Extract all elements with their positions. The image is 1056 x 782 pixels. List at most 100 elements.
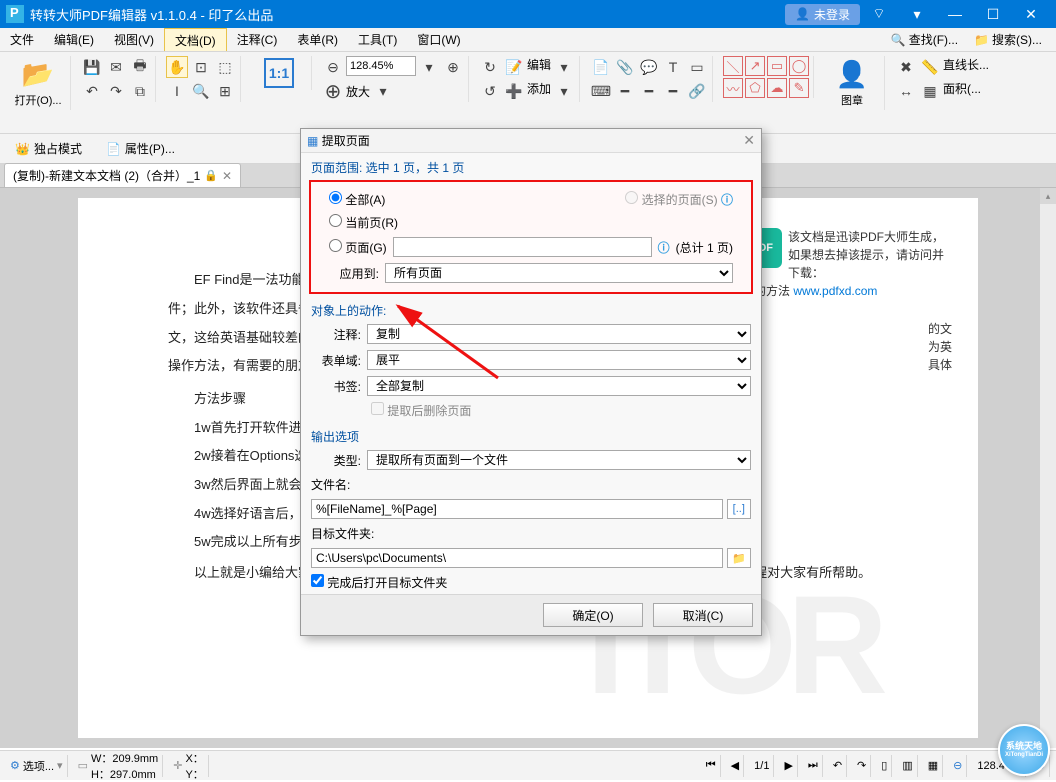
- dialog-titlebar[interactable]: ▦ 提取页面 ✕: [301, 129, 761, 153]
- scan-icon[interactable]: ⧉: [129, 80, 151, 102]
- eraser-icon[interactable]: ✖: [895, 56, 917, 78]
- select-icon[interactable]: ⬚: [214, 56, 236, 78]
- text-select-icon[interactable]: I: [166, 80, 188, 102]
- measure-icon[interactable]: ⊞: [214, 80, 236, 102]
- layout-facing[interactable]: ▦: [924, 755, 943, 777]
- add-dropdown-icon[interactable]: ▾: [553, 80, 575, 102]
- minimize-button[interactable]: —: [936, 0, 974, 28]
- zoom-out-icon[interactable]: ⊖: [322, 56, 344, 78]
- menu-comment[interactable]: 注释(C): [227, 28, 288, 51]
- distance-label[interactable]: 直线长...: [943, 56, 989, 78]
- add-page-icon[interactable]: ➕: [503, 80, 525, 102]
- shape-rect[interactable]: ▭: [767, 56, 787, 76]
- typewriter-icon[interactable]: ⌨: [590, 80, 612, 102]
- target-input[interactable]: [311, 548, 723, 568]
- menu-edit[interactable]: 编辑(E): [44, 28, 104, 51]
- menu-window[interactable]: 窗口(W): [407, 28, 470, 51]
- zoom-in-large-icon[interactable]: ⊕: [322, 80, 344, 102]
- options-button[interactable]: ⚙选项...▾: [6, 755, 68, 777]
- shape-polygon[interactable]: ⬠: [745, 78, 765, 98]
- exclusive-mode-button[interactable]: 👑独占模式: [8, 137, 89, 160]
- nav-back[interactable]: ↶: [829, 755, 847, 777]
- page-indicator[interactable]: 1/1: [750, 755, 774, 777]
- radio-pages[interactable]: 页面(G): [329, 239, 387, 256]
- open-button[interactable]: 📂 打开(O)...: [10, 56, 66, 110]
- dimension-icon[interactable]: ↔: [895, 80, 917, 102]
- maximize-button[interactable]: ☐: [974, 0, 1012, 28]
- brand-bubble[interactable]: 系统天地XiTongTianDi: [998, 724, 1050, 776]
- zoom-input[interactable]: [346, 56, 416, 76]
- pages-input[interactable]: [393, 237, 652, 257]
- menu-view[interactable]: 视图(V): [104, 28, 164, 51]
- textbox-icon[interactable]: T: [662, 56, 684, 78]
- menu-tool[interactable]: 工具(T): [348, 28, 407, 51]
- underline-icon[interactable]: ━: [662, 80, 684, 102]
- save-icon[interactable]: 💾: [81, 56, 103, 78]
- nav-prev[interactable]: ◀: [727, 755, 744, 777]
- shape-cloud[interactable]: ☁: [767, 78, 787, 98]
- zoom-out-status[interactable]: ⊖: [949, 755, 967, 777]
- nav-first[interactable]: ⏮: [702, 755, 721, 777]
- callout-icon[interactable]: 💬: [638, 56, 660, 78]
- shape-pencil[interactable]: ✎: [789, 78, 809, 98]
- nav-next[interactable]: ▶: [780, 755, 797, 777]
- nav-last[interactable]: ⏭: [804, 755, 823, 777]
- properties-button[interactable]: 📄属性(P)...: [99, 137, 182, 160]
- menu-form[interactable]: 表单(R): [287, 28, 348, 51]
- print-icon[interactable]: 🖶: [129, 56, 151, 78]
- scroll-up-icon[interactable]: ▴: [1040, 188, 1056, 204]
- note-icon[interactable]: 📄: [590, 56, 612, 78]
- document-tab[interactable]: (复制)-新建文本文档 (2)（合并）_1 🔒 ✕: [4, 163, 241, 187]
- link-icon[interactable]: 🔗: [686, 80, 708, 102]
- actual-size-button[interactable]: 1:1: [251, 56, 307, 90]
- form-select[interactable]: 展平: [367, 350, 751, 370]
- macro-button[interactable]: [..]: [727, 499, 751, 519]
- snapshot-icon[interactable]: ⊡: [190, 56, 212, 78]
- zoom-in-icon[interactable]: ⊕: [442, 56, 464, 78]
- filename-input[interactable]: [311, 499, 723, 519]
- shape-arrow[interactable]: ↗: [745, 56, 765, 76]
- rotate-cw-icon[interactable]: ↻: [479, 56, 501, 78]
- tab-close-icon[interactable]: ✕: [222, 169, 232, 183]
- stamp-button[interactable]: 👤 图章: [824, 56, 880, 110]
- browse-folder-button[interactable]: 📁: [727, 548, 751, 568]
- shape-oval[interactable]: ◯: [789, 56, 809, 76]
- hand-tool-icon[interactable]: ✋: [166, 56, 188, 78]
- undo-icon[interactable]: ↶: [81, 80, 103, 102]
- highlight-icon[interactable]: ▭: [686, 56, 708, 78]
- attach-icon[interactable]: 📎: [614, 56, 636, 78]
- highlight2-icon[interactable]: ━: [614, 80, 636, 102]
- edit-dropdown-icon[interactable]: ▾: [553, 56, 575, 78]
- area-icon[interactable]: ▦: [919, 80, 941, 102]
- vertical-scrollbar[interactable]: ▴: [1040, 188, 1056, 748]
- radio-current[interactable]: 当前页(R): [329, 214, 398, 231]
- radio-all[interactable]: 全部(A): [329, 191, 385, 208]
- user-badge[interactable]: 👤 未登录: [785, 4, 860, 25]
- ruler-icon[interactable]: 📏: [919, 56, 941, 78]
- menu-document[interactable]: 文档(D): [164, 28, 227, 51]
- magnifier-icon[interactable]: 🔍: [190, 80, 212, 102]
- ok-button[interactable]: 确定(O): [543, 603, 643, 627]
- shape-line[interactable]: ＼: [723, 56, 743, 76]
- dialog-close-icon[interactable]: ✕: [743, 132, 755, 149]
- strikeout-icon[interactable]: ━: [638, 80, 660, 102]
- radio-selected[interactable]: 选择的页面(S) ⓘ: [625, 191, 733, 208]
- layout-cont[interactable]: ▥: [898, 755, 917, 777]
- shape-polyline[interactable]: 〰: [723, 78, 743, 98]
- apply-to-select[interactable]: 所有页面: [385, 263, 733, 283]
- annot-select[interactable]: 复制: [367, 324, 751, 344]
- type-select[interactable]: 提取所有页面到一个文件: [367, 450, 751, 470]
- zoom-dropdown-icon[interactable]: ▾: [418, 56, 440, 78]
- search-tool[interactable]: 📁搜索(S)...: [968, 31, 1048, 48]
- find-tool[interactable]: 🔍查找(F)...: [885, 31, 964, 48]
- nav-fwd[interactable]: ↷: [853, 755, 871, 777]
- close-button[interactable]: ✕: [1012, 0, 1050, 28]
- dropdown-icon[interactable]: ▾: [898, 0, 936, 28]
- mail-icon[interactable]: ✉: [105, 56, 127, 78]
- redo-icon[interactable]: ↷: [105, 80, 127, 102]
- layout-single[interactable]: ▯: [877, 755, 892, 777]
- pdf-link[interactable]: www.pdfxd.com: [793, 284, 877, 298]
- cancel-button[interactable]: 取消(C): [653, 603, 753, 627]
- wifi-icon[interactable]: ⌔: [860, 0, 898, 28]
- info-icon-2[interactable]: ⓘ: [658, 239, 670, 256]
